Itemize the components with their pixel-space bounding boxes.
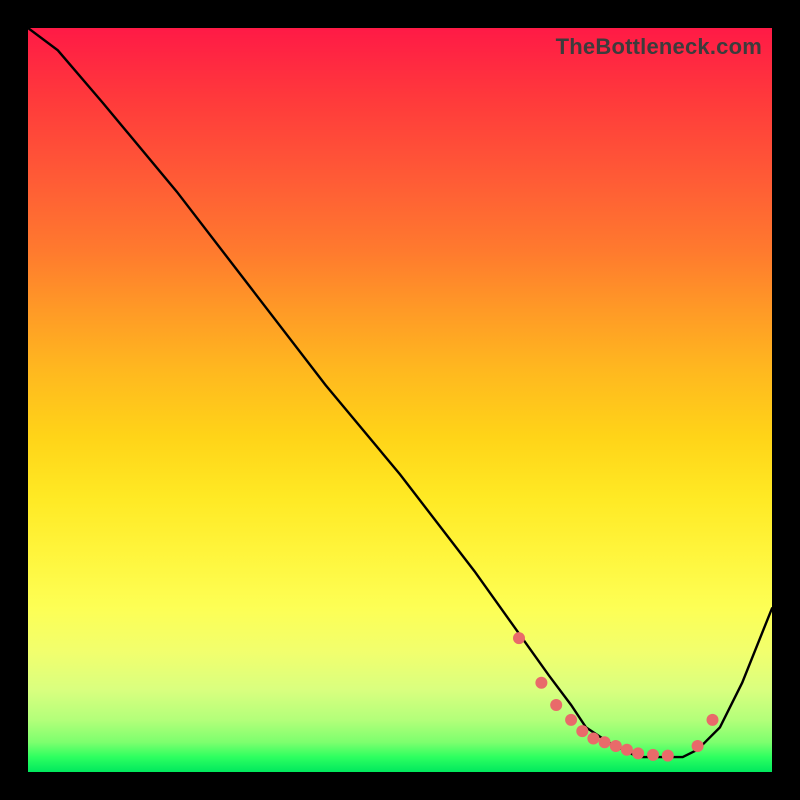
marker-dot — [662, 750, 674, 762]
marker-dot — [513, 632, 525, 644]
marker-dot — [707, 714, 719, 726]
marker-dot — [647, 749, 659, 761]
curve-line — [28, 28, 772, 757]
plot-area: TheBottleneck.com — [28, 28, 772, 772]
marker-group — [513, 632, 719, 762]
marker-dot — [587, 733, 599, 745]
marker-dot — [576, 725, 588, 737]
marker-dot — [550, 699, 562, 711]
marker-dot — [610, 740, 622, 752]
marker-dot — [692, 740, 704, 752]
chart-frame: TheBottleneck.com — [0, 0, 800, 800]
chart-svg — [28, 28, 772, 772]
marker-dot — [599, 736, 611, 748]
marker-dot — [632, 747, 644, 759]
marker-dot — [621, 744, 633, 756]
marker-dot — [565, 714, 577, 726]
marker-dot — [535, 677, 547, 689]
